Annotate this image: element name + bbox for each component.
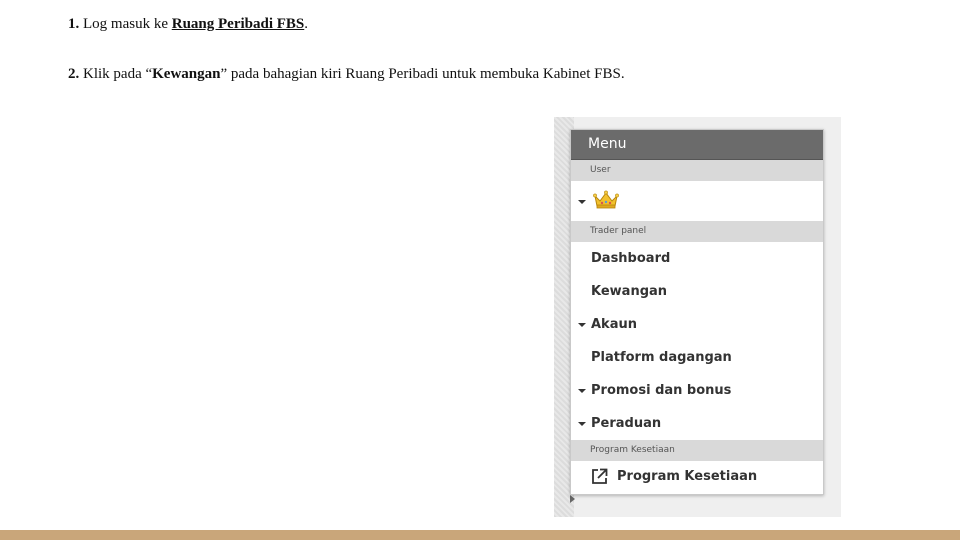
- menu-item-program-kesetiaan[interactable]: Program Kesetiaan: [571, 461, 823, 492]
- caret-down-icon: [578, 323, 586, 327]
- sidebar-menu: Menu User Trader panel Dashboard Kewanga…: [570, 129, 824, 495]
- menu-title: Menu: [571, 130, 823, 160]
- step-2-number: 2.: [68, 66, 80, 82]
- step-1-number: 1.: [68, 16, 80, 32]
- caret-down-icon: [578, 200, 586, 204]
- external-link-icon: [592, 468, 608, 484]
- section-label-user: User: [571, 160, 823, 181]
- menu-item-label: Dashboard: [591, 251, 671, 266]
- arrow-right-icon: [570, 495, 575, 503]
- menu-screenshot: Menu User Trader panel Dashboard Kewanga…: [554, 117, 841, 517]
- menu-item-akaun[interactable]: Akaun: [571, 308, 823, 341]
- menu-item-label: Program Kesetiaan: [617, 469, 758, 484]
- menu-item-label: Akaun: [591, 317, 637, 332]
- caret-down-icon: [578, 422, 586, 426]
- step-1-suffix: .: [304, 16, 309, 32]
- step-2: 2. Klik pada “Kewangan” pada bahagian ki…: [68, 65, 625, 83]
- crown-icon: [593, 190, 619, 209]
- menu-item-dashboard[interactable]: Dashboard: [571, 242, 823, 275]
- menu-item-platform-dagangan[interactable]: Platform dagangan: [571, 341, 823, 374]
- menu-item-promosi-dan-bonus[interactable]: Promosi dan bonus: [571, 374, 823, 407]
- menu-item-label: Promosi dan bonus: [591, 383, 732, 398]
- ruang-peribadi-link[interactable]: Ruang Peribadi FBS: [172, 16, 305, 32]
- step-2-text: Klik pada “: [79, 66, 153, 82]
- step-1-text: Log masuk ke: [79, 16, 172, 32]
- bottom-bar: [0, 530, 960, 540]
- step-2-suffix: ” pada bahagian kiri Ruang Peribadi untu…: [220, 66, 625, 82]
- caret-down-icon: [578, 389, 586, 393]
- menu-item-kewangan[interactable]: Kewangan: [571, 275, 823, 308]
- menu-item-peraduan[interactable]: Peraduan: [571, 407, 823, 440]
- menu-item-label: Kewangan: [591, 284, 668, 299]
- menu-item-label: Peraduan: [591, 416, 662, 431]
- user-dropdown[interactable]: [571, 181, 823, 221]
- section-label-program-kesetiaan: Program Kesetiaan: [571, 440, 823, 461]
- step-2-emphasis: Kewangan: [152, 66, 221, 82]
- menu-item-label: Platform dagangan: [591, 350, 732, 365]
- section-label-trader-panel: Trader panel: [571, 221, 823, 242]
- step-1: 1. Log masuk ke Ruang Peribadi FBS.: [68, 15, 308, 33]
